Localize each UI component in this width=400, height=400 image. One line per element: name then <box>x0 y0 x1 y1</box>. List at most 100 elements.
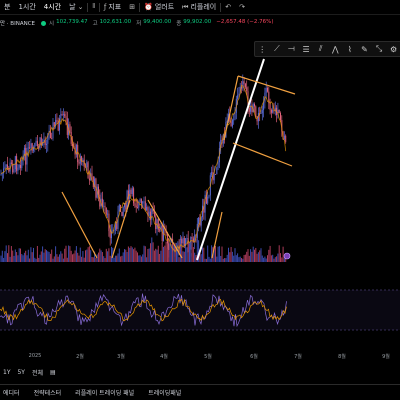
volume-bar <box>259 250 261 262</box>
candle <box>78 162 80 164</box>
volume-bar <box>179 239 181 262</box>
volume-bar <box>130 246 132 262</box>
x-tick: 8월 <box>338 354 346 360</box>
candle <box>186 238 188 240</box>
volume-bar <box>113 257 115 262</box>
volume-bar <box>61 253 63 262</box>
volume-bar <box>229 252 231 262</box>
range-all[interactable]: 전체 <box>32 368 43 377</box>
volume-bar <box>34 257 36 262</box>
drag-handle-icon[interactable]: ⋮ <box>256 45 268 54</box>
fib-icon[interactable]: ☰ <box>300 45 312 54</box>
tab-replay-trading[interactable]: 리플레이 트레이딩 패널 <box>75 388 134 397</box>
volume-bar <box>121 255 123 262</box>
candle <box>131 188 133 194</box>
volume-bar <box>161 242 163 262</box>
candle <box>60 114 62 119</box>
candle <box>237 95 239 99</box>
candle <box>122 207 124 217</box>
candle <box>260 113 262 115</box>
volume-bar <box>159 253 161 262</box>
volume-bar <box>103 256 105 262</box>
candle <box>91 173 93 177</box>
volume-bar <box>99 248 101 262</box>
volume-bar <box>17 255 19 262</box>
candle <box>191 237 193 239</box>
volume-bar <box>250 249 252 262</box>
candle <box>30 143 32 148</box>
volume-bar <box>263 257 265 262</box>
last-price-marker <box>283 252 291 260</box>
volume-bar <box>191 245 193 262</box>
volume-bar <box>62 258 64 262</box>
volume-bar <box>164 245 166 262</box>
tab-strategy-tester[interactable]: 전략테스터 <box>34 388 62 397</box>
volume-bar <box>43 252 45 262</box>
candle <box>103 205 105 207</box>
candle <box>181 238 183 244</box>
volume-bar <box>101 252 103 262</box>
volume-bar <box>233 255 235 262</box>
candle <box>62 114 64 115</box>
volume-bar <box>90 250 92 262</box>
volume-bar <box>143 245 145 262</box>
volume-bar <box>246 251 248 262</box>
volume-bar <box>202 247 203 262</box>
volume-bar <box>204 258 206 262</box>
x-tick: 4월 <box>160 354 168 360</box>
tab-editor[interactable]: 에디터 <box>3 388 20 397</box>
channel-icon[interactable]: ⫽ <box>315 44 327 54</box>
volume-bar <box>256 253 258 262</box>
pattern-icon[interactable]: ⋀ <box>329 45 341 54</box>
x-tick: 2월 <box>76 354 84 360</box>
range-1y[interactable]: 1Y <box>3 369 10 376</box>
volume-bar <box>148 248 150 262</box>
candle <box>53 122 55 127</box>
candle <box>278 109 280 113</box>
candle <box>244 83 246 88</box>
candle <box>204 194 206 213</box>
volume-bar <box>49 253 51 262</box>
candle <box>151 208 153 220</box>
candle <box>238 93 240 96</box>
candle <box>213 174 215 181</box>
volume-bar <box>224 258 226 262</box>
volume-bar <box>272 254 274 262</box>
candle <box>190 237 192 250</box>
horizontal-line-icon[interactable]: ⟞ <box>285 44 297 54</box>
volume-bar <box>157 245 159 262</box>
candle <box>65 116 67 119</box>
brush-icon[interactable]: ✎ <box>358 45 370 54</box>
volume-bar <box>10 246 12 262</box>
volume-bar <box>13 255 15 262</box>
volume-bar <box>75 246 77 262</box>
volume-bar <box>3 257 5 262</box>
volume-bar <box>267 255 268 262</box>
tab-trading-panel[interactable]: 트레이딩패널 <box>148 388 181 397</box>
x-tick: 3월 <box>117 354 125 360</box>
volume-bar <box>278 245 280 262</box>
settings-icon[interactable]: ⚙ <box>388 45 400 54</box>
price-chart[interactable] <box>0 0 400 400</box>
calendar-icon[interactable]: ▤ <box>50 369 56 376</box>
volume-bar <box>183 251 185 262</box>
candle <box>109 231 111 239</box>
trendline-white <box>196 58 265 261</box>
volume-bar <box>261 255 263 262</box>
candle <box>77 144 79 163</box>
candle <box>263 102 265 111</box>
volume-bar <box>95 257 97 262</box>
measure-icon[interactable]: ⤡ <box>373 44 385 54</box>
candles-layer <box>0 74 287 258</box>
volume-bar <box>109 255 111 262</box>
candle <box>107 213 109 215</box>
candle <box>105 207 107 215</box>
prediction-icon[interactable]: ⌇ <box>344 45 356 54</box>
volume-bar <box>192 247 194 262</box>
trendline-icon[interactable]: ⟋ <box>271 44 283 54</box>
candle <box>69 124 71 133</box>
range-5y[interactable]: 5Y <box>17 369 24 376</box>
volume-bar <box>105 248 107 262</box>
volume-bar <box>216 256 218 262</box>
volume-bar <box>20 248 21 262</box>
